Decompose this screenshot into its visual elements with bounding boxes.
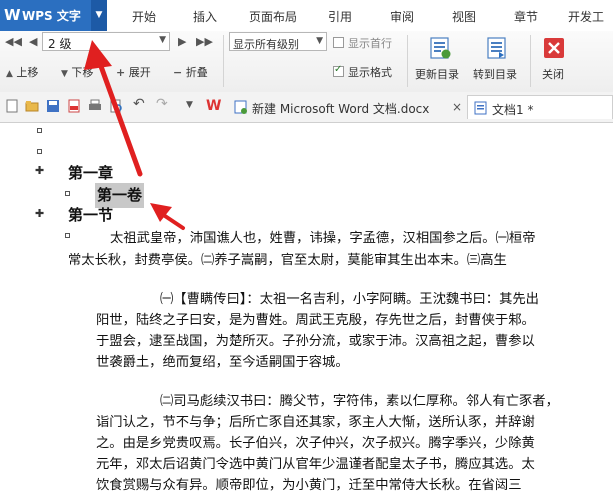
wps-w-logo-icon: W — [206, 98, 222, 114]
move-down-button[interactable]: ▼ 下移 — [61, 64, 93, 80]
update-toc-icon — [430, 37, 451, 59]
toolbar-divider — [530, 35, 531, 87]
outline-level-value: 2 级 — [48, 37, 72, 51]
quick-access-dropdown-icon[interactable]: ▼ — [186, 100, 193, 110]
menu-tab-insert[interactable]: 插入 — [193, 8, 217, 25]
plus-icon: + — [116, 66, 126, 79]
outline-bullet[interactable] — [37, 128, 42, 133]
show-format-checkbox[interactable] — [333, 64, 344, 77]
expand-button[interactable]: + 展开 — [116, 64, 151, 80]
menu-tab-references[interactable]: 引用 — [328, 8, 352, 25]
close-icon — [544, 38, 564, 58]
wps-app-menu-button[interactable]: W WPS 文字 ▼ — [0, 0, 107, 31]
expand-plus-icon[interactable]: ✚ — [35, 164, 44, 177]
menu-tab-chapter[interactable]: 章节 — [514, 8, 538, 25]
body-text-line: 阳世，陆终之子曰安，是为曹姓。周武王克殷，存先世之后，封曹侠于邾。 — [96, 313, 535, 328]
triangle-up-icon: ▲ — [6, 69, 13, 79]
word-document-icon — [234, 100, 247, 114]
body-text-line: ㈡司马彪续汉书曰：腾父节，字符伟，素以仁厚称。邻人有亡豕者， — [160, 394, 559, 409]
body-text-line: 之。由是乡党贵叹焉。长子伯兴，次子仲兴，次子叔兴。腾字季兴，少除黄 — [96, 436, 535, 451]
chevron-down-icon: ▼ — [316, 36, 323, 46]
demote-to-body-icon[interactable]: ▶▶ — [196, 35, 213, 48]
minus-icon: − — [173, 66, 183, 79]
body-text-line: 饮食赏赐与众有异。顺帝即位，为小黄门，迁至中常侍大长秋。在省闼三 — [96, 478, 522, 493]
body-text-line: 常太长秋，封费亭侯。㈡养子嵩嗣，官至太尉，莫能审其生出本末。㈢高生 — [68, 253, 507, 268]
doc-tab-1[interactable]: W 新建 Microsoft Word 文档.docx × — [204, 95, 466, 119]
outline-level-select[interactable]: 2 级 ▼ — [42, 32, 170, 51]
heading-section-1[interactable]: 第一节 — [68, 204, 113, 225]
collapse-button[interactable]: − 折叠 — [173, 64, 208, 80]
menu-tab-home[interactable]: 开始 — [132, 8, 156, 25]
export-pdf-icon[interactable] — [67, 99, 81, 113]
body-text-line: 太祖武皇帝，沛国谯人也，姓曹，讳操，字孟德，汉相国参之后。㈠桓帝 — [110, 231, 536, 246]
chevron-down-icon: ▼ — [159, 35, 166, 45]
menu-tab-developer[interactable]: 开发工 — [568, 8, 604, 25]
new-document-icon[interactable] — [5, 99, 19, 113]
move-up-button[interactable]: ▲ 上移 — [6, 64, 38, 80]
outline-bullet[interactable] — [65, 191, 70, 196]
print-icon[interactable] — [88, 99, 102, 113]
promote-icon[interactable]: ◀ — [29, 35, 37, 48]
wps-logo-icon: W — [4, 6, 21, 24]
triangle-down-icon: ▼ — [61, 69, 68, 79]
toolbar-divider — [223, 35, 224, 87]
update-toc-label: 更新目录 — [415, 68, 459, 81]
body-text-line: 元年，邓太后诏黄门令选中黄门从官年少温谨者配皇太子书，腾应其选。太 — [96, 457, 535, 472]
goto-toc-label: 转到目录 — [473, 68, 517, 81]
menu-tab-view[interactable]: 视图 — [452, 8, 476, 25]
toolbar-divider — [407, 35, 408, 87]
show-first-line-label: 显示首行 — [348, 37, 392, 50]
print-preview-icon[interactable] — [109, 99, 123, 113]
menu-bar: W WPS 文字 ▼ 开始 插入 页面布局 引用 审阅 视图 章节 开发工 — [0, 0, 613, 32]
doc-tab-1-label: 新建 Microsoft Word 文档.docx — [252, 102, 430, 116]
doc-tab-2-label: 文档1 * — [492, 103, 534, 117]
redo-icon[interactable]: ↷ — [156, 96, 168, 112]
undo-icon[interactable]: ↶ — [133, 96, 145, 112]
update-toc-button[interactable]: 更新目录 — [414, 34, 466, 82]
show-format-label: 显示格式 — [348, 66, 392, 79]
demote-icon[interactable]: ▶ — [178, 35, 186, 48]
body-text-line: 于盟会，逮至战国，为楚所灭。子孙分流，或家于沛。汉高祖之起，曹参以 — [96, 334, 535, 349]
doc-tab-2[interactable]: 文档1 * — [467, 95, 613, 119]
close-tab-icon[interactable]: × — [452, 100, 462, 114]
app-title: WPS 文字 — [22, 9, 81, 23]
menu-tab-page-layout[interactable]: 页面布局 — [249, 8, 297, 25]
outline-bullet[interactable] — [37, 149, 42, 154]
promote-to-heading1-icon[interactable]: ◀◀ — [5, 35, 22, 48]
show-first-line-checkbox[interactable] — [333, 37, 344, 48]
goto-toc-icon — [487, 37, 506, 59]
menu-tab-review[interactable]: 审阅 — [390, 8, 414, 25]
outline-bullet[interactable] — [65, 233, 70, 238]
heading-chapter-1[interactable]: 第一章 — [68, 162, 113, 183]
close-outline-label: 关闭 — [542, 68, 564, 81]
app-menu-dropdown-icon[interactable]: ▼ — [91, 0, 107, 31]
expand-plus-icon[interactable]: ✚ — [35, 207, 44, 220]
word-document-icon — [474, 101, 487, 115]
show-level-value: 显示所有级别 — [233, 38, 299, 51]
show-level-select[interactable]: 显示所有级别 ▼ — [229, 32, 327, 51]
goto-toc-button[interactable]: 转到目录 — [471, 34, 523, 82]
body-text-line: 世袭爵土，绝而复绍，至今适嗣国于容城。 — [96, 355, 349, 370]
body-text-line: ㈠【曹瞒传曰】：太祖一名吉利，小字阿瞒。王沈魏书曰：其先出 — [160, 292, 539, 307]
open-folder-icon[interactable] — [25, 99, 39, 113]
save-icon[interactable] — [46, 99, 60, 113]
body-text-line: 诣门认之，节不与争；后所亡豕自还其家，豕主人大惭，送所认豕，并辞谢 — [96, 415, 535, 430]
close-outline-button[interactable]: 关闭 — [536, 34, 572, 82]
